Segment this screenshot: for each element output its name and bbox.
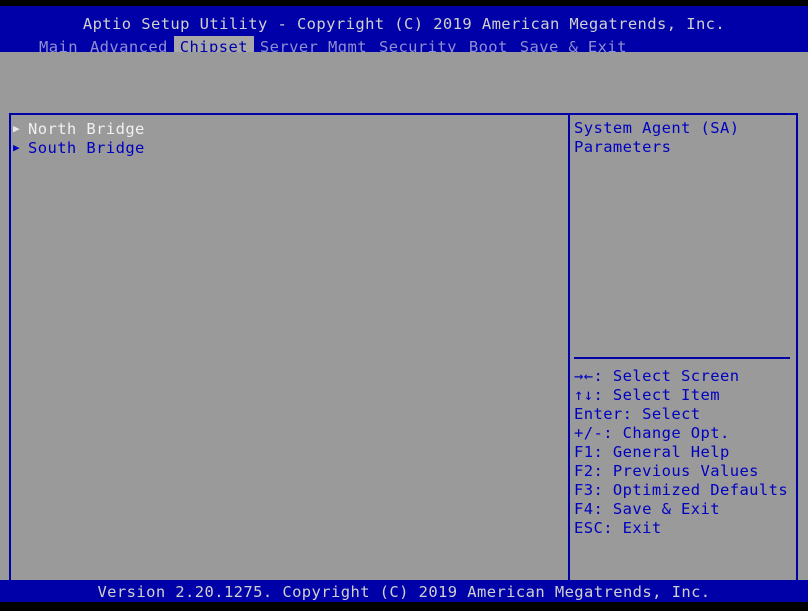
screen-bezel-bottom [0, 602, 808, 611]
legend-key-icon: ESC [574, 519, 604, 537]
legend-row: F3: Optimized Defaults [574, 481, 792, 500]
submenu-arrow-icon: ▶ [13, 141, 21, 154]
help-separator [574, 357, 790, 359]
header-bar: Aptio Setup Utility - Copyright (C) 2019… [0, 6, 808, 59]
help-line: System Agent (SA) [574, 119, 740, 137]
legend-row: Enter: Select [574, 405, 792, 424]
legend-action-label: : Select Item [593, 386, 720, 404]
legend-action-label: : Optimized Defaults [593, 481, 789, 499]
list-item[interactable]: ▶ North Bridge [13, 119, 563, 138]
list-item-label: North Bridge [28, 119, 145, 138]
legend-action-label: : General Help [593, 443, 730, 461]
legend-action-label: : Select Screen [593, 367, 740, 385]
page-title: Aptio Setup Utility - Copyright (C) 2019… [82, 15, 726, 33]
key-legend: →←: Select Screen ↑↓: Select Item Enter: S… [574, 367, 792, 538]
legend-key-icon: F1 [574, 443, 594, 461]
legend-row: F4: Save & Exit [574, 500, 792, 519]
submenu-arrow-icon: ▶ [13, 122, 21, 135]
legend-row: ESC: Exit [574, 519, 792, 538]
footer-bar: Version 2.20.1275. Copyright (C) 2019 Am… [0, 580, 808, 602]
legend-row: +/-: Change Opt. [574, 424, 792, 443]
settings-list: ▶ North Bridge ▶ South Bridge [13, 119, 563, 157]
legend-key-icon: →← [574, 367, 594, 385]
legend-key-icon: F2 [574, 462, 594, 480]
legend-key-icon: ↑↓ [574, 386, 594, 404]
panel-divider [568, 113, 570, 611]
list-item-label: South Bridge [28, 138, 145, 157]
help-line: Parameters [574, 138, 672, 156]
legend-key-icon: F4 [574, 500, 594, 518]
legend-action-label: : Save & Exit [593, 500, 720, 518]
legend-row: F1: General Help [574, 443, 792, 462]
legend-action-label: : Change Opt. [603, 424, 730, 442]
list-item[interactable]: ▶ South Bridge [13, 138, 563, 157]
legend-row: →←: Select Screen [574, 367, 792, 386]
bios-setup-screen: Aptio Setup Utility - Copyright (C) 2019… [0, 0, 808, 611]
body-area: ▶ North Bridge ▶ South Bridge System Agent … [0, 52, 808, 611]
legend-row: ↑↓: Select Item [574, 386, 792, 405]
legend-key-icon: +/- [574, 424, 604, 442]
legend-action-label: : Select [622, 405, 701, 423]
legend-row: F2: Previous Values [574, 462, 792, 481]
version-text: Version 2.20.1275. Copyright (C) 2019 Am… [97, 583, 711, 601]
help-description: System Agent (SA) Parameters [574, 119, 792, 157]
legend-key-icon: F3 [574, 481, 594, 499]
legend-action-label: : Previous Values [593, 462, 759, 480]
legend-action-label: : Exit [603, 519, 662, 537]
legend-key-icon: Enter [574, 405, 623, 423]
